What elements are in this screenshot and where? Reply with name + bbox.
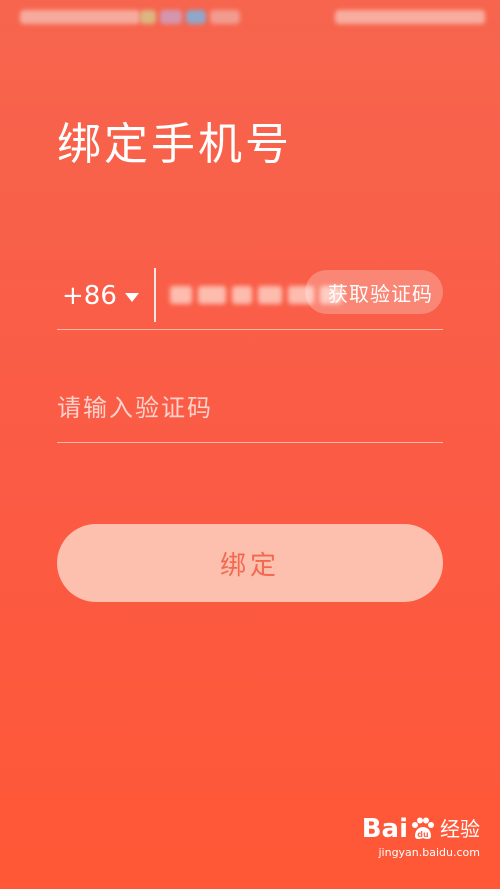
page-title: 绑定手机号 [57, 119, 292, 170]
masked-digit [258, 286, 282, 304]
masked-digit [232, 286, 252, 304]
status-icon-blurred [186, 10, 206, 24]
verification-code-input[interactable] [57, 388, 443, 428]
masked-digit [198, 286, 226, 304]
country-code-label: +86 [62, 281, 117, 311]
paw-icon: du [412, 817, 434, 840]
get-code-button[interactable]: 获取验证码 [305, 270, 443, 314]
code-row [57, 372, 443, 443]
watermark-brand-right: 经验 [440, 817, 480, 841]
phone-divider [154, 268, 156, 322]
status-bar-right-blurred [335, 10, 485, 24]
phone-underline [57, 329, 443, 330]
masked-digit [170, 286, 192, 304]
status-bar-left-blurred [20, 10, 140, 24]
status-bar [0, 0, 500, 34]
code-underline [57, 442, 443, 443]
status-icon-blurred [210, 10, 240, 24]
watermark-logo: Bai du 经验 [362, 816, 480, 842]
status-icon-blurred [160, 10, 182, 24]
status-icon-blurred [140, 10, 156, 24]
watermark-brand-left: Bai [361, 814, 408, 844]
svg-text:du: du [417, 830, 429, 839]
watermark-url: jingyan.baidu.com [378, 846, 480, 859]
phone-row: +86 获取验证码 [57, 262, 443, 330]
bind-button[interactable]: 绑定 [57, 524, 443, 602]
caret-down-icon [124, 292, 139, 302]
country-code-selector[interactable]: +86 [62, 278, 139, 314]
baidu-jingyan-watermark: Bai du 经验 jingyan.baidu.com [362, 816, 480, 859]
